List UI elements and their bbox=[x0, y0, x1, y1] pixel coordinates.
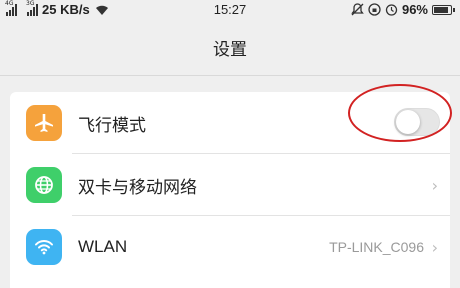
settings-item-dual-sim-mobile-network[interactable]: 双卡与移动网络 › bbox=[10, 154, 450, 216]
airplane-mode-toggle[interactable] bbox=[394, 108, 440, 136]
page-title-bar: 设置 bbox=[0, 20, 460, 76]
settings-item-label: WLAN bbox=[78, 237, 128, 256]
settings-item-airplane-mode[interactable]: 飞行模式 bbox=[10, 92, 450, 154]
toggle-knob bbox=[396, 110, 420, 134]
battery-icon bbox=[432, 4, 455, 15]
page-title: 设置 bbox=[213, 40, 247, 60]
status-bar: 4G 3G 25 KB/s 15:27 96% bbox=[0, 0, 460, 20]
alarm-icon bbox=[385, 4, 398, 16]
globe-icon bbox=[26, 167, 62, 203]
clock: 15:27 bbox=[213, 2, 247, 17]
wifi-icon bbox=[26, 229, 62, 265]
silent-icon bbox=[351, 3, 364, 16]
chevron-right-icon: › bbox=[431, 175, 438, 195]
settings-item-wlan[interactable]: WLAN TP-LINK_C096 › bbox=[10, 216, 450, 278]
battery-percent: 96% bbox=[401, 2, 428, 17]
settings-item-label: 双卡与移动网络 bbox=[78, 177, 197, 198]
settings-list: 飞行模式 双卡与移动网络 › WLAN TP-LINK_C096 › bbox=[10, 92, 450, 288]
connected-network-name: TP-LINK_C096 bbox=[329, 239, 424, 255]
chevron-right-icon: › bbox=[431, 237, 438, 257]
settings-item-label: 飞行模式 bbox=[78, 115, 146, 136]
lock-rotation-icon bbox=[368, 3, 381, 16]
airplane-icon bbox=[26, 105, 62, 141]
